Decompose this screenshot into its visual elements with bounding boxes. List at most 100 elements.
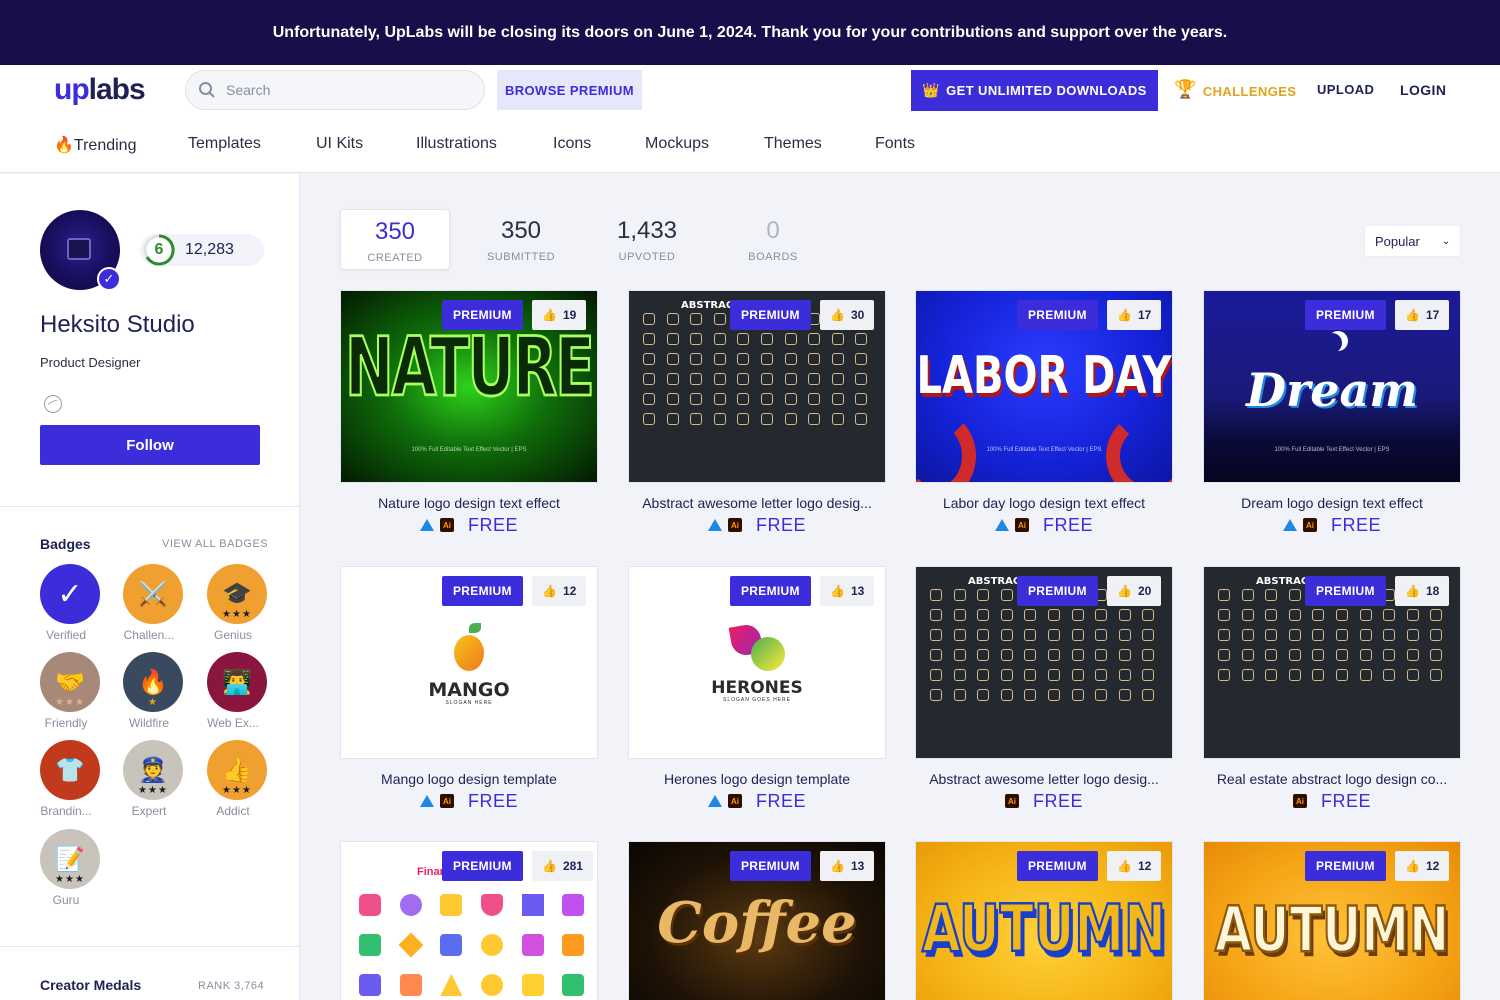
tab-submitted[interactable]: 350 SUBMITTED — [466, 209, 576, 270]
likes-button[interactable]: 👍 17 — [1107, 300, 1162, 330]
affinity-icon — [707, 795, 722, 807]
badge-challenger[interactable]: ⚔️ — [123, 564, 183, 624]
nav-mockups[interactable]: Mockups — [645, 135, 709, 153]
card-title[interactable]: Labor day logo design text effect — [915, 495, 1173, 511]
card-thumbnail[interactable]: AUTUMN PREMIUM 👍 12 — [915, 841, 1173, 1000]
premium-badge: PREMIUM — [730, 300, 811, 330]
card-footer: Ai FREE — [628, 514, 886, 536]
likes-button[interactable]: 👍 20 — [1107, 576, 1162, 606]
free-label: FREE — [467, 790, 518, 811]
design-card[interactable]: ABSTRACT PREMIUM 👍 18 Real estate abstrac… — [1203, 566, 1461, 812]
nav-icons[interactable]: Icons — [553, 135, 591, 153]
view-all-badges-link[interactable]: VIEW ALL BADGES — [162, 538, 268, 550]
design-card[interactable]: Coffee PREMIUM 👍 13 — [628, 841, 886, 1000]
tab-created[interactable]: 350 CREATED — [340, 209, 450, 270]
badge-addict[interactable]: 👍 ★★★ — [207, 740, 267, 800]
card-thumbnail[interactable]: AUTUMN PREMIUM 👍 12 — [1203, 841, 1461, 1000]
likes-button[interactable]: 👍 18 — [1395, 576, 1450, 606]
badge-guru[interactable]: 📝 ★★★ — [40, 829, 100, 889]
design-card[interactable]: AUTUMN PREMIUM 👍 12 — [1203, 841, 1461, 1000]
badge-expert[interactable]: 👮 ★★★ — [123, 740, 183, 800]
card-title[interactable]: Abstract awesome letter logo desig... — [628, 495, 886, 511]
uplabs-logo[interactable]: up labs — [54, 75, 146, 105]
card-title[interactable]: Real estate abstract logo design co... — [1203, 771, 1461, 787]
design-card[interactable]: Finar PREMIUM 👍 281 — [340, 841, 598, 1000]
upload-link[interactable]: UPLOAD — [1317, 82, 1374, 97]
card-thumbnail[interactable]: HERONES SLOGAN GOES HERE PREMIUM 👍 13 — [628, 566, 886, 759]
nav-fonts[interactable]: Fonts — [875, 135, 915, 153]
calendar-icon — [562, 894, 585, 916]
login-link[interactable]: LOGIN — [1400, 82, 1446, 98]
card-thumbnail[interactable]: ABSTRACT PREMIUM 👍 30 — [628, 290, 886, 483]
likes-button[interactable]: 👍 30 — [820, 300, 875, 330]
design-card[interactable]: ABSTRACT PREMIUM 👍 20 Abstract awesome le… — [915, 566, 1173, 812]
art-text: Finar — [417, 866, 444, 878]
design-card[interactable]: AUTUMN PREMIUM 👍 12 — [915, 841, 1173, 1000]
tab-boards[interactable]: 0 BOARDS — [718, 209, 828, 270]
dribbble-icon[interactable] — [44, 395, 62, 413]
design-card[interactable]: LABOR DAY 100% Full Editable Text Effect… — [915, 290, 1173, 536]
card-title[interactable]: Dream logo design text effect — [1203, 495, 1461, 511]
art-text: Coffee — [657, 890, 857, 956]
likes-button[interactable]: 👍 12 — [532, 576, 587, 606]
design-card[interactable]: MANGO SLOGAN HERE PREMIUM 👍 12 Mango logo… — [340, 566, 598, 812]
nav-templates[interactable]: Templates — [188, 135, 261, 153]
heron-body-icon — [751, 637, 785, 671]
card-thumbnail[interactable]: Finar PREMIUM 👍 281 — [340, 841, 598, 1000]
badge-branding[interactable]: 👕 — [40, 740, 100, 800]
likes-count: 17 — [1425, 308, 1440, 322]
search-box[interactable] — [185, 70, 485, 110]
design-card[interactable]: ABSTRACT PREMIUM 👍 30 Abstract awesome le… — [628, 290, 886, 536]
likes-count: 18 — [1425, 584, 1440, 598]
card-title[interactable]: Mango logo design template — [340, 771, 598, 787]
badge-friendly[interactable]: 🤝 ★★★ — [40, 652, 100, 712]
get-unlimited-downloads-button[interactable]: 👑 GET UNLIMITED DOWNLOADS — [911, 70, 1158, 111]
laptop-person-icon: 👨‍💻 — [222, 668, 252, 696]
card-thumbnail[interactable]: ABSTRACT PREMIUM 👍 20 — [915, 566, 1173, 759]
art-subtext: SLOGAN GOES HERE — [723, 697, 791, 703]
likes-button[interactable]: 👍 13 — [820, 576, 875, 606]
sort-dropdown[interactable]: Popular ⌄ — [1365, 226, 1460, 256]
premium-badge: PREMIUM — [1305, 851, 1386, 881]
browse-premium-button[interactable]: BROWSE PREMIUM — [497, 70, 642, 110]
design-card[interactable]: HERONES SLOGAN GOES HERE PREMIUM 👍 13 Her… — [628, 566, 886, 812]
follow-button[interactable]: Follow — [40, 425, 260, 465]
design-card[interactable]: NATURE 100% Full Editable Text Effect Ve… — [340, 290, 598, 536]
document-icon — [440, 894, 463, 916]
card-thumbnail[interactable]: LABOR DAY 100% Full Editable Text Effect… — [915, 290, 1173, 483]
card-thumbnail[interactable]: MANGO SLOGAN HERE PREMIUM 👍 12 — [340, 566, 598, 759]
nav-ui-kits[interactable]: UI Kits — [316, 135, 363, 153]
likes-button[interactable]: 👍 12 — [1107, 851, 1162, 881]
search-input[interactable] — [226, 82, 466, 98]
badge-web-expert[interactable]: 👨‍💻 — [207, 652, 267, 712]
likes-button[interactable]: 👍 13 — [820, 851, 875, 881]
badge-verified[interactable]: ✓ — [40, 564, 100, 624]
nav-illustrations[interactable]: Illustrations — [416, 135, 497, 153]
challenges-link[interactable]: 🏆 CHALLENGES — [1174, 79, 1296, 100]
profile-sidebar: ✓ 6 12,283 Heksito Studio Product Design… — [0, 174, 300, 1000]
likes-button[interactable]: 👍 281 — [532, 851, 593, 881]
design-card[interactable]: Dream 100% Full Editable Text Effect Vec… — [1203, 290, 1461, 536]
badge-label: Guru — [52, 893, 80, 907]
card-thumbnail[interactable]: Dream 100% Full Editable Text Effect Vec… — [1203, 290, 1461, 483]
card-title[interactable]: Nature logo design text effect — [340, 495, 598, 511]
likes-button[interactable]: 👍 12 — [1395, 851, 1450, 881]
nav-themes[interactable]: Themes — [764, 135, 822, 153]
likes-count: 281 — [562, 859, 583, 873]
badge-wildfire[interactable]: 🔥 ★ — [123, 652, 183, 712]
nav-trending[interactable]: 🔥Trending — [54, 135, 136, 155]
creator-rank: RANK 3,764 — [198, 980, 265, 992]
badge-genius[interactable]: 🎓 ★★★ — [207, 564, 267, 624]
card-title[interactable]: Abstract awesome letter logo desig... — [915, 771, 1173, 787]
crown-icon: 👑 — [922, 82, 941, 98]
likes-button[interactable]: 👍 19 — [532, 300, 587, 330]
card-title[interactable]: Herones logo design template — [628, 771, 886, 787]
card-thumbnail[interactable]: NATURE 100% Full Editable Text Effect Ve… — [340, 290, 598, 483]
card-thumbnail[interactable]: Coffee PREMIUM 👍 13 — [628, 841, 886, 1000]
card-thumbnail[interactable]: ABSTRACT PREMIUM 👍 18 — [1203, 566, 1461, 759]
folder-icon — [521, 974, 544, 996]
tab-upvoted[interactable]: 1,433 UPVOTED — [592, 209, 702, 270]
stat-number: 350 — [500, 217, 542, 244]
likes-button[interactable]: 👍 17 — [1395, 300, 1450, 330]
chart-icon — [359, 894, 381, 916]
